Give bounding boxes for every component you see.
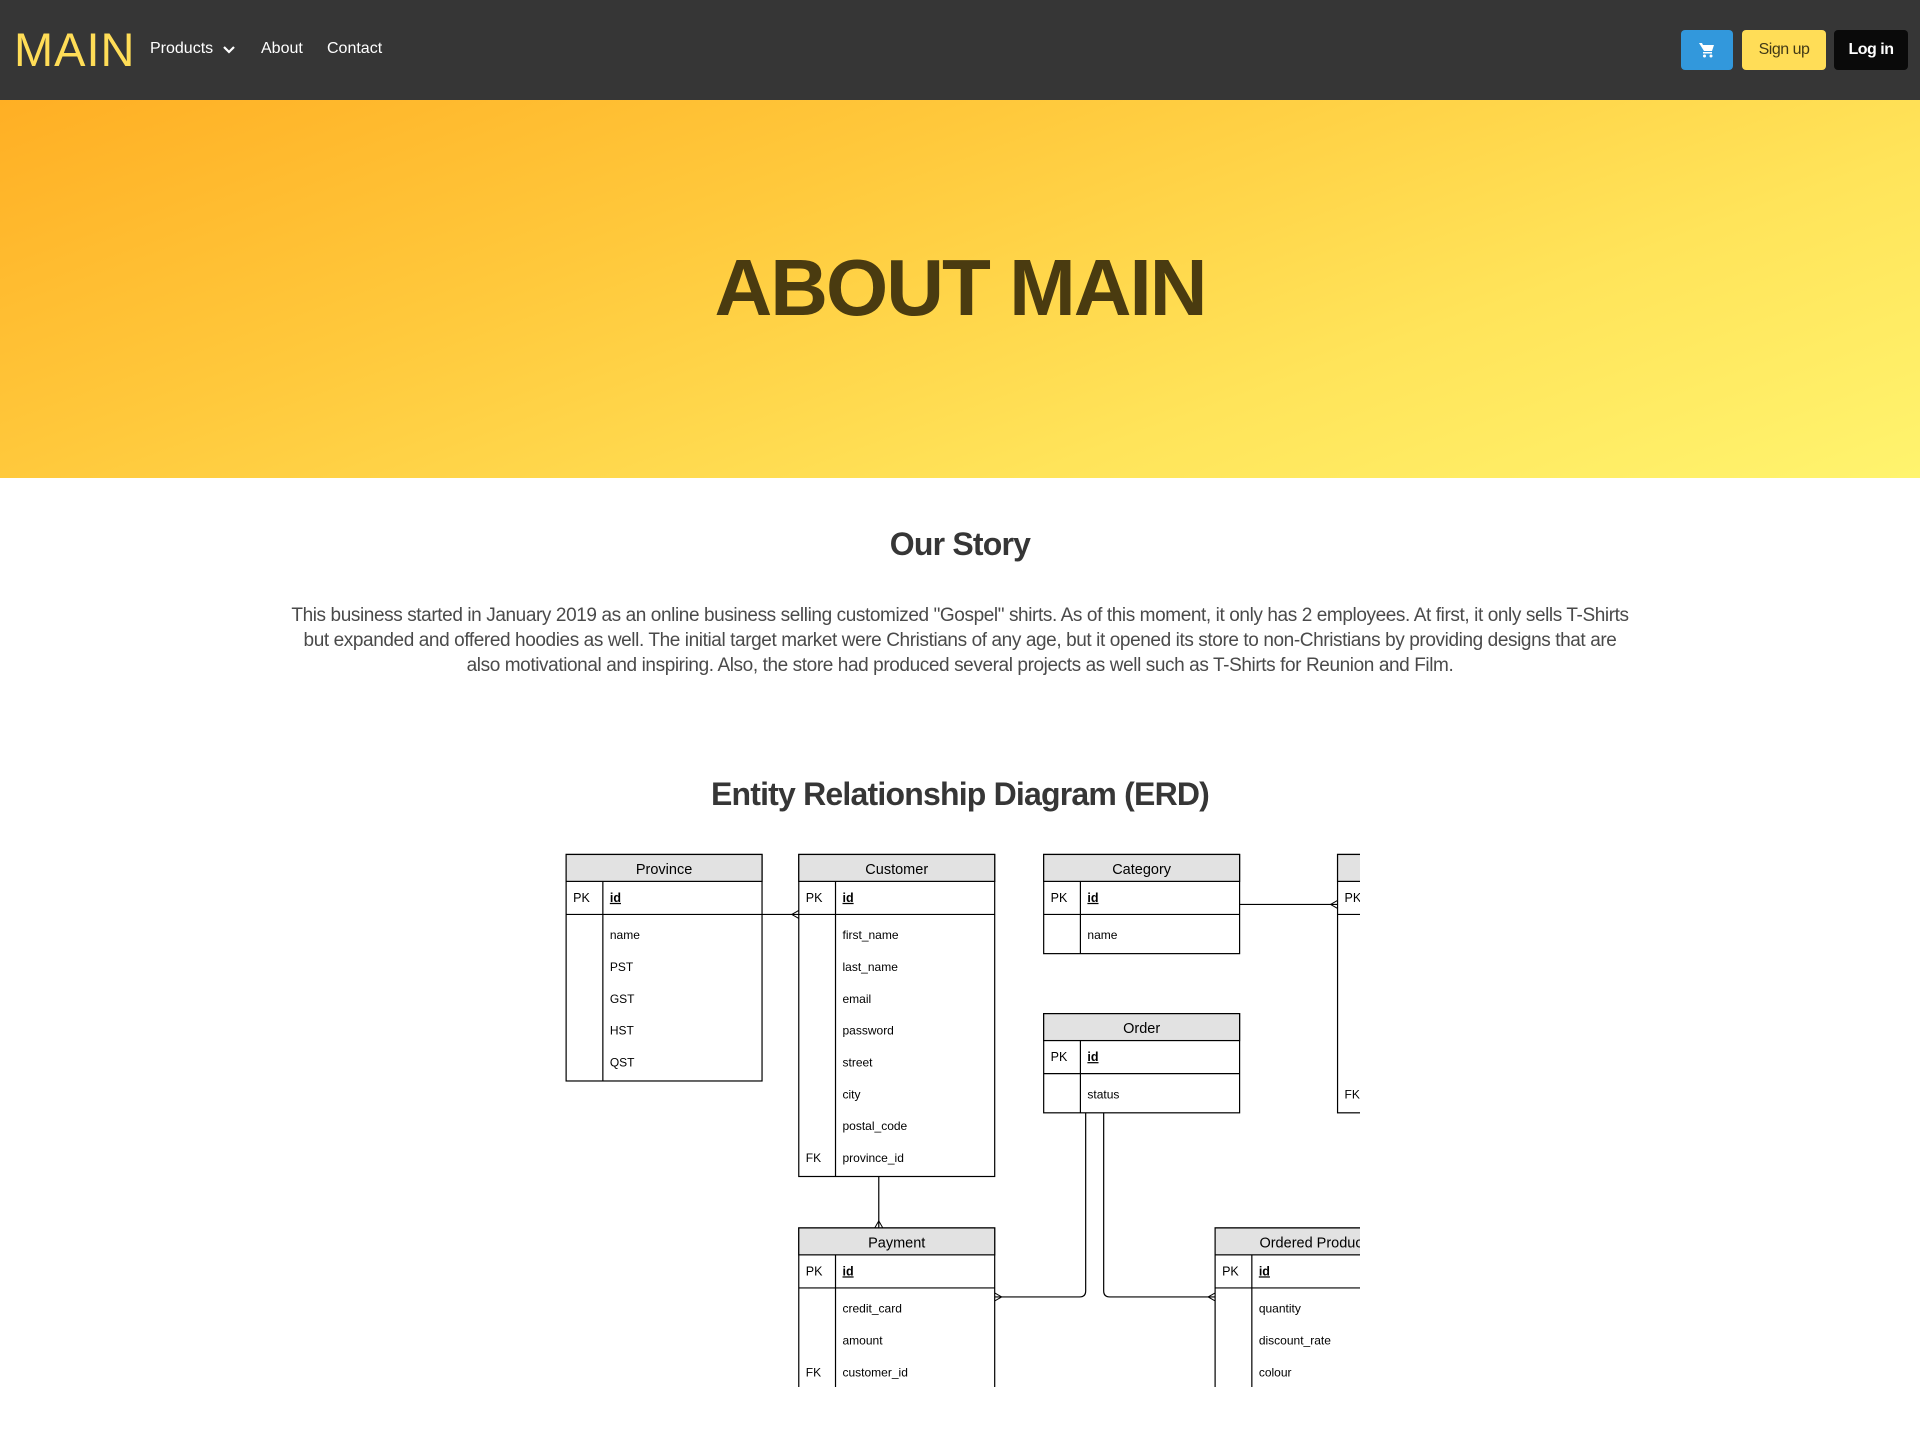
- entity-customer: Customer PK id first_name last_nameemail pass…: [798, 853, 996, 1178]
- hero-title: ABOUT MAIN: [714, 243, 1207, 332]
- entity-field: HST: [610, 1024, 635, 1038]
- entity-field: GST: [610, 992, 635, 1006]
- chevron-down-icon: [223, 46, 235, 54]
- entity-field: password: [843, 1024, 894, 1038]
- relationship-line: [994, 1112, 1087, 1298]
- entity-order: Order PK id status: [1043, 1013, 1241, 1114]
- entity-field: colour: [1259, 1365, 1292, 1379]
- cart-button[interactable]: [1681, 30, 1733, 70]
- relationship-order-orderedproduct: [1103, 1112, 1216, 1302]
- entity-key-field: id: [843, 891, 854, 905]
- entity-field: last_name: [843, 960, 899, 974]
- entity-field-tag: FK: [1345, 1087, 1360, 1101]
- relationship-order-payment: [994, 1112, 1087, 1302]
- brand-logo[interactable]: MAIN: [14, 22, 136, 78]
- entity-field-tag: FK: [806, 1365, 821, 1379]
- entity-field: credit_card: [843, 1302, 902, 1316]
- entity-title: Province: [636, 862, 692, 878]
- nav-products-label: Products: [150, 40, 214, 57]
- entity-field: street: [843, 1055, 874, 1069]
- entity-field: email: [843, 992, 872, 1006]
- entity-field: discount_rate: [1259, 1333, 1331, 1347]
- story-text: This business started in January 2019 as…: [291, 605, 1629, 676]
- entity-title: Customer: [865, 862, 928, 878]
- entity-field: quantity: [1259, 1302, 1301, 1316]
- entity-field: name: [610, 928, 640, 942]
- entity-key-tag: PK: [1051, 891, 1068, 905]
- nav-contact-link[interactable]: Contact: [327, 38, 382, 60]
- entity-field: city: [843, 1087, 861, 1101]
- nav-products-dropdown[interactable]: Products: [150, 38, 236, 60]
- entity-field: postal_code: [843, 1119, 908, 1133]
- entity-field: amount: [843, 1333, 884, 1347]
- entity-field: first_name: [843, 928, 899, 942]
- erd-entities: Province PK id name PST GST HST QST Customer PK id…: [565, 853, 1360, 1387]
- erd-diagram: Province PK id name PST GST HST QST Customer PK id…: [565, 853, 1360, 1387]
- entity-province: Province PK id name PST GST HST QST: [565, 853, 763, 1082]
- entity-key-tag: PK: [1222, 1264, 1239, 1278]
- relationship-customer-payment: [874, 1176, 884, 1229]
- entity-key-field: id: [1087, 1050, 1098, 1064]
- entity-field-tag: FK: [806, 1151, 821, 1165]
- entity-header: [1336, 853, 1360, 882]
- entity-field: status: [1087, 1087, 1119, 1101]
- entity-key-field: id: [610, 891, 621, 905]
- entity-key-tag: PK: [1051, 1050, 1068, 1064]
- entity-key-tag: PK: [1345, 891, 1360, 905]
- entity-key-tag: PK: [573, 891, 590, 905]
- entity-key-tag: PK: [806, 1264, 823, 1278]
- relationship-province-customer: [762, 910, 800, 919]
- signup-button[interactable]: Sign up: [1742, 30, 1826, 70]
- entity-field: name: [1087, 928, 1117, 942]
- entity-key-field: id: [1087, 891, 1098, 905]
- entity-title: Order: [1123, 1021, 1160, 1037]
- relationship-category-product: [1239, 900, 1338, 909]
- entity-box: [565, 853, 763, 1082]
- nav-about-link[interactable]: About: [261, 38, 303, 60]
- entity-field: customer_id: [843, 1365, 908, 1379]
- entity-title: Payment: [868, 1235, 925, 1251]
- entity-category: Category PK id name: [1043, 853, 1241, 955]
- entity-payment: Payment PK id credit_cardamount FK customer_i…: [798, 1227, 996, 1387]
- hero-banner: ABOUT MAIN: [0, 100, 1920, 478]
- shopping-cart-icon: [1699, 43, 1714, 58]
- entity-ordered-product: Ordered Product PK id quantity discount_rate…: [1214, 1227, 1360, 1387]
- story-title: Our Story: [889, 526, 1031, 562]
- relationship-line: [1103, 1112, 1216, 1298]
- entity-key-field: id: [843, 1264, 854, 1278]
- entity-product: ProductPKidnamepricestock_quantitydescri…: [1336, 853, 1360, 1114]
- erd-title: Entity Relationship Diagram (ERD): [710, 776, 1210, 812]
- entity-key-field: id: [1259, 1264, 1270, 1278]
- login-button[interactable]: Log in: [1834, 30, 1908, 70]
- navbar: MAIN Products About Contact Sign up Log …: [0, 0, 1920, 100]
- entity-key-tag: PK: [806, 891, 823, 905]
- entity-field: PST: [610, 960, 634, 974]
- entity-title: Category: [1112, 862, 1172, 878]
- entity-title: Ordered Product: [1259, 1235, 1360, 1251]
- entity-field: province_id: [843, 1151, 904, 1165]
- entity-field: QST: [610, 1055, 635, 1069]
